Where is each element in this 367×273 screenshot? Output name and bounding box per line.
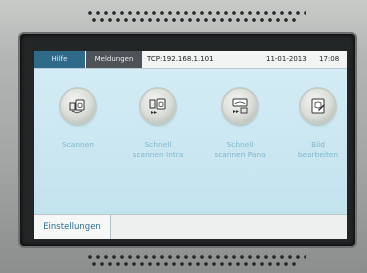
edit-image-icon — [301, 89, 335, 123]
quick-scan-intra-label: Schnell scannen Intra — [132, 140, 184, 159]
time-display: 17:08 — [319, 55, 340, 63]
speaker-grille-bottom — [86, 254, 306, 270]
scan-button[interactable]: Scannen — [43, 89, 113, 150]
tab-help[interactable]: Hilfe — [34, 51, 85, 68]
settings-button[interactable]: Einstellungen — [34, 215, 111, 239]
speaker-grille-top — [86, 10, 306, 26]
edit-image-label: Bild bearbeiten — [297, 140, 339, 159]
quick-scan-pano-icon — [223, 89, 257, 123]
quick-scan-pano-button[interactable]: Schnell scannen Pano — [205, 89, 275, 160]
quick-scan-intra-button[interactable]: Schnell scannen Intra — [123, 89, 193, 160]
touch-screen: Hilfe Meldungen TCP:192.168.1.101 11-01-… — [34, 51, 347, 239]
main-panel: Scannen Schnell scannen Intra Schnell sc… — [34, 69, 347, 214]
connection-status: TCP:192.168.1.101 — [147, 55, 214, 63]
quick-scan-pano-label: Schnell scannen Pano — [214, 140, 266, 159]
quick-scan-intra-icon — [141, 89, 175, 123]
scan-icon — [61, 89, 95, 123]
scan-label: Scannen — [62, 140, 94, 149]
edit-image-button[interactable]: Bild bearbeiten — [283, 89, 347, 160]
status-bar: Hilfe Meldungen TCP:192.168.1.101 11-01-… — [34, 51, 347, 69]
tab-messages[interactable]: Meldungen — [86, 51, 142, 68]
date-display: 11-01-2013 — [266, 55, 307, 63]
bottom-bar: Einstellungen — [34, 214, 347, 239]
